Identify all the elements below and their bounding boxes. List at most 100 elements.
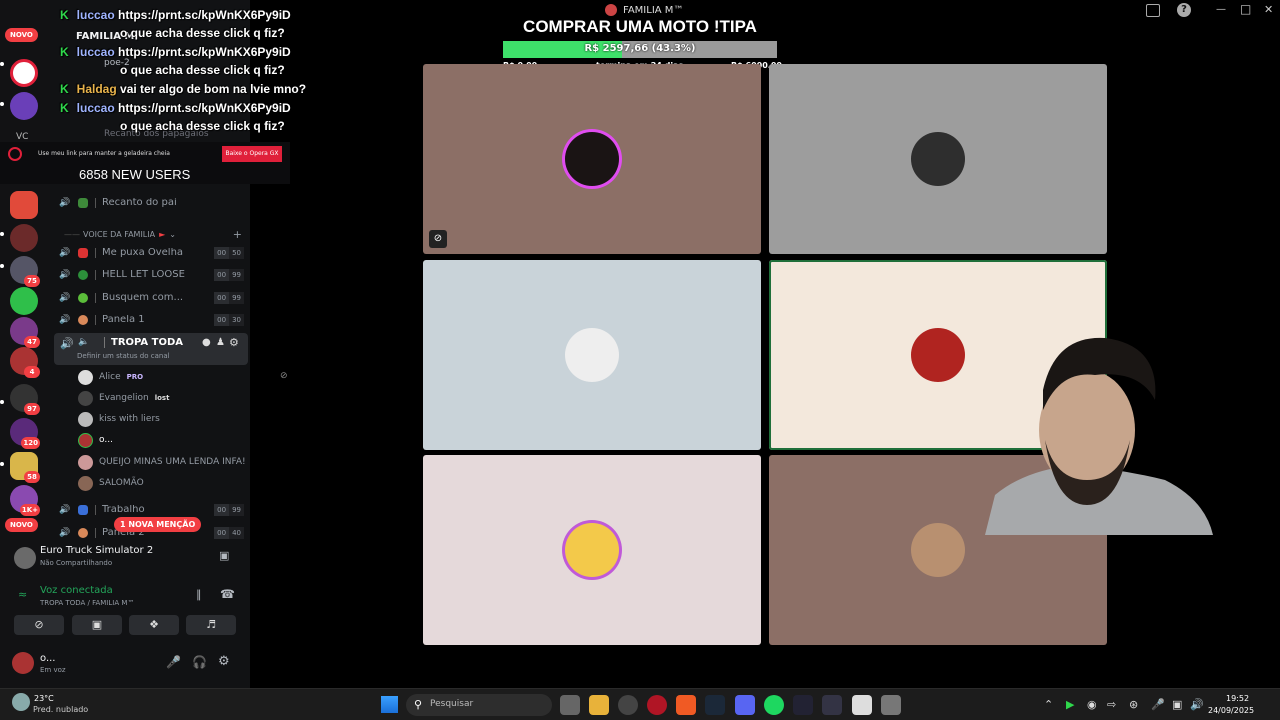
channel-hell-let-loose[interactable]: 🔊 HELL LET LOOSE 00 99 <box>58 265 244 285</box>
weather-icon[interactable] <box>12 693 30 711</box>
file-explorer-icon[interactable] <box>589 695 609 715</box>
muted-video-icon: ⊘ <box>280 371 288 381</box>
new-pill-bottom[interactable]: NOVO <box>5 518 38 532</box>
settings-gear-icon[interactable]: ⚙ <box>229 336 239 349</box>
kick-icon: K <box>60 101 69 115</box>
voice-user-o[interactable]: o... <box>78 430 113 450</box>
tray-share-icon[interactable]: ⇨ <box>1107 698 1116 711</box>
maximize-button[interactable]: □ <box>1240 2 1251 16</box>
voice-channel[interactable]: TROPA TODA / FAMILIA M™ <box>40 599 134 607</box>
voice-tile[interactable] <box>423 455 761 645</box>
pink-server-icon[interactable]: 4 <box>10 347 40 378</box>
obs-icon[interactable] <box>793 695 813 715</box>
channel-panela-1[interactable]: 🔊 Panela 1 00 30 <box>58 310 244 330</box>
task-view-icon[interactable] <box>560 695 580 715</box>
tray-display-icon[interactable]: ▣ <box>1172 698 1182 711</box>
user-name: QUEIJO MINAS UMA LENDA INFA! <box>99 457 246 467</box>
active-channel-tropa-toda[interactable]: 🔊 🔈 TROPA TODA Definir um status do cana… <box>54 333 248 365</box>
channel-busquem[interactable]: 🔊 Busquem com... 00 99 <box>58 288 244 308</box>
voice-user-evangelion[interactable]: Evangelion lost <box>78 388 169 408</box>
tray-play-icon[interactable]: ▶ <box>1066 698 1074 711</box>
tray-volume-icon[interactable]: 🔊 <box>1190 698 1204 711</box>
help-icon[interactable]: ? <box>1177 3 1191 17</box>
add-channel-icon[interactable]: + <box>233 228 242 241</box>
participant-avatar <box>911 523 965 577</box>
voice-status: Voz conectada <box>40 585 113 596</box>
windows-start-icon[interactable] <box>381 696 398 713</box>
voice-user-salomao[interactable]: SALOMÃO <box>78 473 144 493</box>
stream-game-icon[interactable]: ▣ <box>219 549 229 562</box>
green-server-icon[interactable] <box>10 287 38 315</box>
steam-icon[interactable] <box>705 695 725 715</box>
ad-button[interactable]: Baixe o Opera GX <box>222 146 282 162</box>
voice-category-header[interactable]: —— VOICE DA FAMILIA ► ⌄ + <box>64 228 242 241</box>
notepad-icon[interactable] <box>852 695 872 715</box>
voice-user-alice[interactable]: Alice PRO <box>78 367 143 387</box>
user-name: o... <box>99 435 113 445</box>
app2-icon[interactable] <box>822 695 842 715</box>
close-button[interactable]: ✕ <box>1264 3 1273 16</box>
voice-user-kiss-with-liers[interactable]: kiss with liers <box>78 409 160 429</box>
avatar <box>78 475 93 491</box>
red-server-icon[interactable] <box>10 224 38 252</box>
voice-tile[interactable] <box>423 260 761 450</box>
signal-icon[interactable]: ≈ <box>18 588 27 601</box>
tray-chevron-up-icon[interactable]: ⌃ <box>1044 698 1053 711</box>
voice-tile[interactable] <box>769 64 1107 254</box>
user-count: 00 <box>214 527 230 539</box>
tray-bluetooth-icon[interactable]: ⊛ <box>1129 698 1138 711</box>
violet-server-icon[interactable]: 1K+ <box>10 485 40 516</box>
kick-icon: K <box>60 82 69 96</box>
microphone-icon[interactable]: 🎤 <box>166 655 181 669</box>
user-panel: o... Em voz 🎤 🎧 ⚙ <box>8 648 244 680</box>
taskbar-search[interactable]: ⚲ Pesquisar <box>406 694 552 716</box>
user-settings-gear-icon[interactable]: ⚙ <box>218 654 230 669</box>
chat-text: o que acha desse click q fiz? <box>120 119 285 133</box>
badge-97: 97 <box>24 403 40 415</box>
unread-dot <box>0 462 4 466</box>
app-icon[interactable] <box>618 695 638 715</box>
soundboard-button[interactable]: ♬ <box>186 615 236 635</box>
activities-button[interactable]: ❖ <box>129 615 179 635</box>
voice-tile[interactable]: ⊘ <box>423 64 761 254</box>
channel-me-puxa-ovelha[interactable]: 🔊 Me puxa Ovelha 00 50 <box>58 243 244 263</box>
voice-connection-panel: ≈ Voz conectada TROPA TODA / FAMILIA M™ … <box>8 580 244 612</box>
purple-server-icon[interactable]: 47 <box>10 317 40 348</box>
avatar[interactable] <box>12 652 34 674</box>
clock-date[interactable]: 24/09/2025 <box>1208 706 1254 715</box>
screen-share-button[interactable]: ▣ <box>72 615 122 635</box>
discord-icon[interactable] <box>735 695 755 715</box>
new-mention-pill[interactable]: 1 NOVA MENÇÃO <box>114 517 202 532</box>
camera-button[interactable]: ⊘ <box>14 615 64 635</box>
channel-name: Busquem com... <box>95 293 214 303</box>
stream-server-icon[interactable]: 120 <box>10 418 40 449</box>
game-taskbar-icon[interactable] <box>881 695 901 715</box>
shield-server-icon[interactable] <box>10 92 38 120</box>
opera-gx-taskbar-icon[interactable] <box>647 695 667 715</box>
inbox-icon[interactable] <box>1146 4 1160 17</box>
noise-suppression-icon[interactable]: ∥ <box>196 588 202 601</box>
user-limit: 00 30 <box>214 314 244 326</box>
megaphone-icon: ► <box>159 229 166 239</box>
voice-user-queijo-minas[interactable]: QUEIJO MINAS UMA LENDA INFA! <box>78 452 246 472</box>
disconnect-icon[interactable]: ☎ <box>220 587 235 601</box>
channel-name: Panela 1 <box>95 315 214 325</box>
invite-icon[interactable]: ♟ <box>216 337 225 348</box>
minimize-button[interactable]: — <box>1216 4 1226 15</box>
bullet-server-icon[interactable] <box>10 191 38 219</box>
channel-status[interactable]: Definir um status do canal <box>77 352 170 360</box>
brave-icon[interactable] <box>676 695 696 715</box>
tray-mic-icon[interactable]: 🎤 <box>1151 698 1165 711</box>
new-pill-top[interactable]: NOVO <box>5 28 38 42</box>
channel-recanto-pai[interactable]: 🔊 Recanto do pai <box>58 193 244 213</box>
speaker-icon: 🔊 <box>59 198 71 208</box>
yellow-server-icon[interactable]: 58 <box>10 452 40 483</box>
voice-server-icon[interactable]: 75 <box>10 256 40 287</box>
opera-server-icon[interactable] <box>10 59 38 87</box>
spotify-icon[interactable] <box>764 695 784 715</box>
clock-time[interactable]: 19:52 <box>1226 694 1249 703</box>
headphones-icon[interactable]: 🎧 <box>192 655 207 669</box>
chat-bubble-icon[interactable]: ● <box>202 337 211 348</box>
dark-server-icon[interactable]: 97 <box>10 384 40 415</box>
tray-app-icon[interactable]: ◉ <box>1087 698 1097 711</box>
